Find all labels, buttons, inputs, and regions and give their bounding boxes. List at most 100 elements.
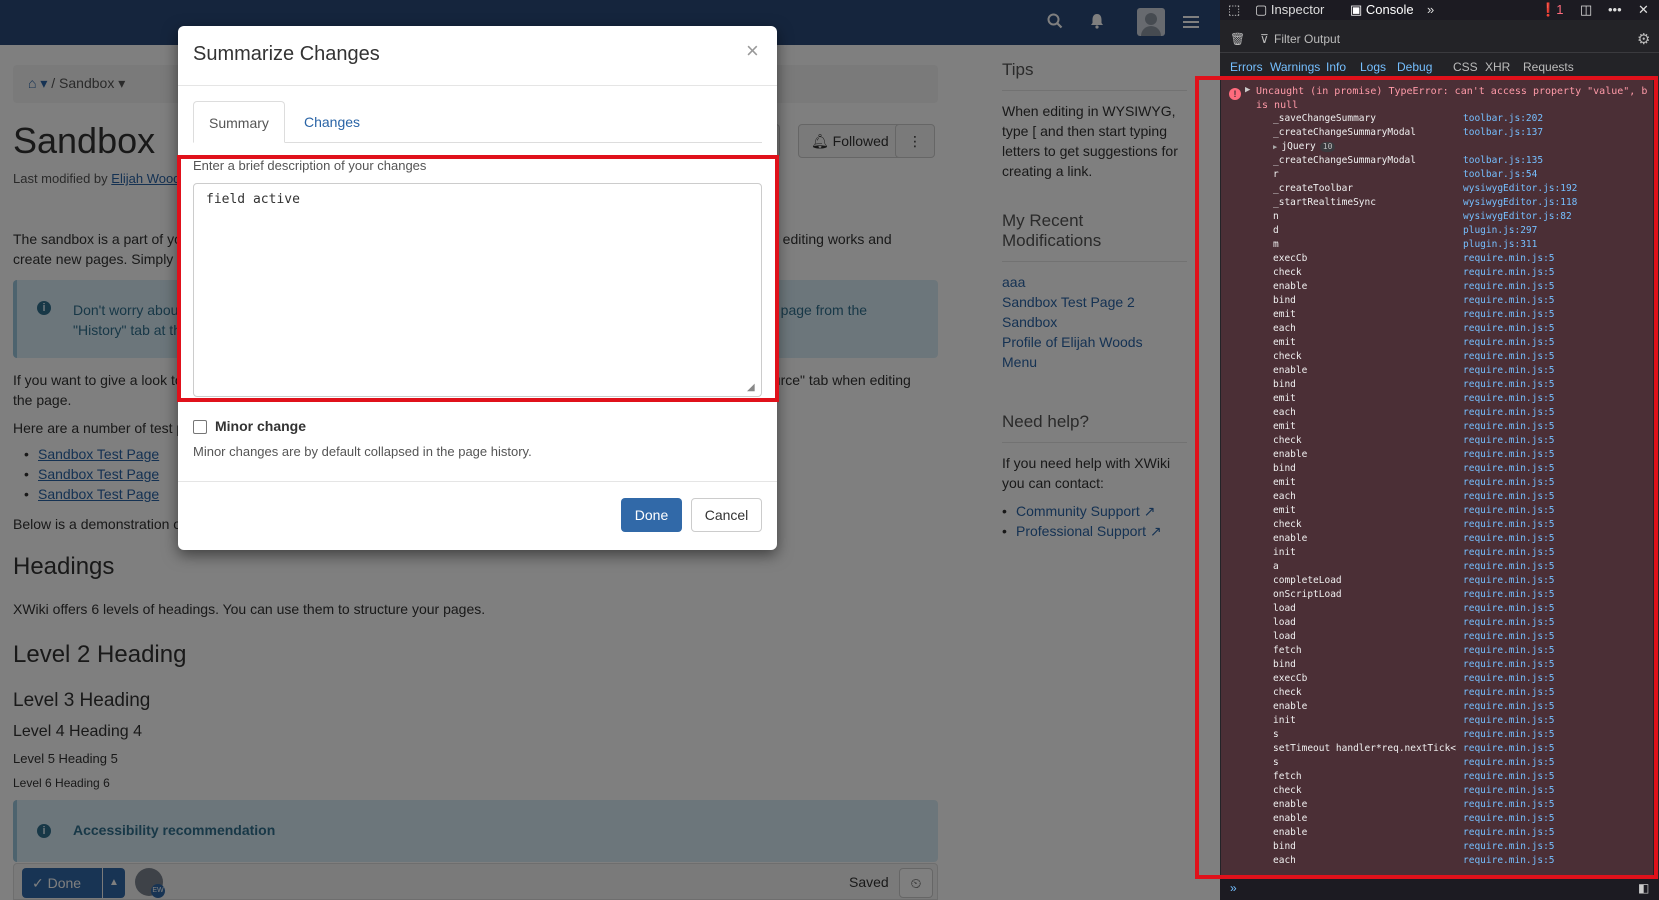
stack-frame-location-link[interactable]: require.min.js:5 [1463,588,1555,602]
stack-frame-location-link[interactable]: require.min.js:5 [1463,728,1555,742]
level-xhr[interactable]: XHR [1485,60,1510,74]
stack-frame-location-link[interactable]: require.min.js:5 [1463,518,1555,532]
stack-frame-location-link[interactable]: require.min.js:5 [1463,476,1555,490]
stack-frame-location-link[interactable]: require.min.js:5 [1463,630,1555,644]
stack-frame-location-link[interactable]: require.min.js:5 [1463,308,1555,322]
stack-frame-location-link[interactable]: require.min.js:5 [1463,392,1555,406]
stack-frame-function: init [1273,715,1296,726]
stack-frame-location-link[interactable]: require.min.js:5 [1463,434,1555,448]
error-count-badge[interactable]: ❗1 [1540,2,1563,18]
stack-frame-location-link[interactable]: plugin.js:311 [1463,238,1537,252]
resize-handle-icon[interactable]: ◢ [747,382,759,394]
stack-frame-location-link[interactable]: plugin.js:297 [1463,224,1537,238]
stack-frame-location-link[interactable]: require.min.js:5 [1463,602,1555,616]
stack-frame-location-link[interactable]: require.min.js:5 [1463,756,1555,770]
stack-frame-location-link[interactable]: require.min.js:5 [1463,854,1555,868]
stack-frame-function: _startRealtimeSync [1273,197,1376,208]
stack-frame: bind require.min.js:5 [1221,294,1653,308]
stack-frame-location-link[interactable]: require.min.js:5 [1463,280,1555,294]
close-icon[interactable]: × [746,38,759,64]
expand-triangle-icon[interactable]: ▶ [1245,85,1250,95]
pick-element-icon[interactable]: ⬚ [1228,2,1240,18]
stack-frame-location-link[interactable]: require.min.js:5 [1463,378,1555,392]
stack-frame-location-link[interactable]: require.min.js:5 [1463,770,1555,784]
stack-frame-location-link[interactable]: require.min.js:5 [1463,546,1555,560]
stack-frame-location-link[interactable]: require.min.js:5 [1463,336,1555,350]
stack-frame-location-link[interactable]: require.min.js:5 [1463,448,1555,462]
stack-frame-location-link[interactable]: require.min.js:5 [1463,672,1555,686]
dock-icon[interactable]: ◫ [1580,2,1592,18]
cancel-button[interactable]: Cancel [691,498,762,532]
level-warnings[interactable]: Warnings [1270,60,1320,74]
stack-frame: bind require.min.js:5 [1221,462,1653,476]
stack-frame-function: bind [1273,841,1296,852]
stack-frame-location-link[interactable]: require.min.js:5 [1463,364,1555,378]
stack-frame-location-link[interactable]: require.min.js:5 [1463,686,1555,700]
stack-frame-location-link[interactable]: toolbar.js:135 [1463,154,1543,168]
inspector-tab[interactable]: ▢ Inspector [1255,2,1324,18]
stack-frame-location-link[interactable]: require.min.js:5 [1463,812,1555,826]
stack-frame-location-link[interactable]: require.min.js:5 [1463,574,1555,588]
summary-textarea[interactable]: field active [193,183,762,397]
stack-frame-location-link[interactable]: require.min.js:5 [1463,700,1555,714]
stack-frame-location-link[interactable]: require.min.js:5 [1463,840,1555,854]
stack-frame-location-link[interactable]: wysiwygEditor.js:118 [1463,196,1577,210]
filter-icon: ⊽ [1260,32,1269,46]
stack-frame-location-link[interactable]: require.min.js:5 [1463,644,1555,658]
minor-change-checkbox[interactable] [193,420,207,434]
stack-frame-location-link[interactable]: toolbar.js:54 [1463,168,1537,182]
stack-frame: _createChangeSummaryModal toolbar.js:135 [1221,154,1653,168]
console-tab[interactable]: ▣ Console [1350,2,1414,18]
stack-frame: emit require.min.js:5 [1221,504,1653,518]
stack-frame-location-link[interactable]: require.min.js:5 [1463,294,1555,308]
trash-icon[interactable]: 🗑︎ [1230,32,1245,46]
stack-frame-location-link[interactable]: require.min.js:5 [1463,658,1555,672]
stack-frame-location-link[interactable]: toolbar.js:137 [1463,126,1543,140]
stack-frame: enable require.min.js:5 [1221,826,1653,840]
stack-frame-location-link[interactable]: require.min.js:5 [1463,350,1555,364]
minor-change-label[interactable]: Minor change [215,418,306,434]
stack-frame-location-link[interactable]: require.min.js:5 [1463,252,1555,266]
stack-frame-location-link[interactable]: require.min.js:5 [1463,322,1555,336]
stack-frame-location-link[interactable]: require.min.js:5 [1463,826,1555,840]
stack-frame-location-link[interactable]: require.min.js:5 [1463,532,1555,546]
console-input[interactable]: » ◧ [1220,878,1659,900]
stack-frame: fetch require.min.js:5 [1221,770,1653,784]
level-logs[interactable]: Logs [1360,60,1386,74]
close-icon[interactable]: ✕ [1638,2,1649,18]
level-info[interactable]: Info [1326,60,1346,74]
stack-frame-location-link[interactable]: require.min.js:5 [1463,504,1555,518]
stack-frame-location-link[interactable]: require.min.js:5 [1463,714,1555,728]
tab-summary[interactable]: Summary [193,101,285,143]
tab-changes[interactable]: Changes [289,101,375,143]
error-message[interactable]: Uncaught (in promise) TypeError: can't a… [1256,85,1651,112]
stack-frame-location-link[interactable]: require.min.js:5 [1463,490,1555,504]
split-console-icon[interactable]: ◧ [1638,881,1649,895]
stack-frame-location-link[interactable]: require.min.js:5 [1463,406,1555,420]
level-css[interactable]: CSS [1453,60,1478,74]
stack-frame-location-link[interactable]: wysiwygEditor.js:192 [1463,182,1577,196]
stack-frame-location-link[interactable]: require.min.js:5 [1463,266,1555,280]
stack-frame-function: check [1273,519,1302,530]
stack-frame-location-link[interactable]: wysiwygEditor.js:82 [1463,210,1572,224]
done-button[interactable]: Done [621,498,682,532]
level-errors[interactable]: Errors [1230,60,1263,74]
stack-frame-location-link[interactable]: require.min.js:5 [1463,420,1555,434]
gear-icon[interactable]: ⚙ [1637,30,1650,48]
stack-frame-function: d [1273,225,1279,236]
stack-frame-location-link[interactable]: require.min.js:5 [1463,742,1555,756]
stack-frame-location-link[interactable]: require.min.js:5 [1463,784,1555,798]
more-tabs-icon[interactable]: » [1427,2,1434,18]
filter-input[interactable]: Filter Output [1274,32,1340,46]
more-options-icon[interactable]: ••• [1608,2,1622,18]
stack-frame-location-link[interactable]: require.min.js:5 [1463,798,1555,812]
stack-frame-function: emit [1273,505,1296,516]
stack-frame-function: m [1273,239,1279,250]
stack-frame-function: check [1273,687,1302,698]
stack-frame-location-link[interactable]: require.min.js:5 [1463,462,1555,476]
stack-frame-location-link[interactable]: toolbar.js:202 [1463,112,1543,126]
stack-frame-location-link[interactable]: require.min.js:5 [1463,560,1555,574]
level-debug[interactable]: Debug [1397,60,1432,74]
stack-frame-location-link[interactable]: require.min.js:5 [1463,616,1555,630]
level-requests[interactable]: Requests [1523,60,1574,74]
